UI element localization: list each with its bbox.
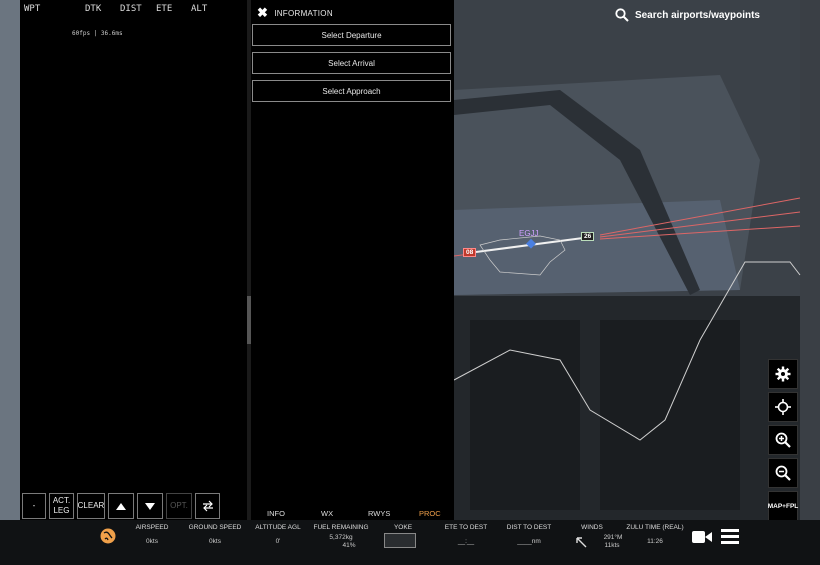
globe-icon[interactable]	[100, 528, 116, 544]
airspeed-value: 0kts	[146, 538, 158, 545]
ete-label: ETE TO DEST	[444, 524, 488, 531]
winds-direction: 291°M	[603, 534, 623, 541]
zoom-in-icon	[775, 432, 791, 448]
dist-value: ____nm	[517, 538, 541, 545]
tab-proc[interactable]: PROC	[419, 509, 441, 518]
runway-08-label: 08	[463, 248, 477, 257]
flight-plan-panel: WPT DTK DIST ETE ALT 60fps | 36.6ms - AC…	[20, 0, 247, 520]
col-wpt: WPT	[24, 4, 41, 14]
zoom-out-button[interactable]	[768, 458, 798, 488]
ground-speed-value: 0kts	[209, 538, 221, 545]
airport-label[interactable]: EGJJ	[519, 229, 539, 238]
yoke-label: YOKE	[393, 524, 413, 531]
col-ete: ETE	[156, 4, 173, 14]
swap-arrows-icon	[202, 500, 213, 512]
camera-icon[interactable]	[692, 530, 712, 544]
col-dist: DIST	[120, 4, 142, 14]
remove-waypoint-button[interactable]: -	[22, 493, 46, 519]
tab-info[interactable]: INFO	[267, 509, 285, 518]
activate-leg-label-1: ACT.	[52, 496, 71, 505]
zoom-out-icon	[775, 465, 791, 481]
winds-label: WINDS	[581, 524, 603, 531]
select-arrival-button[interactable]: Select Arrival	[252, 52, 451, 74]
fps-counter: 60fps | 36.6ms	[72, 30, 123, 37]
center-map-button[interactable]	[768, 392, 798, 422]
activate-leg-button[interactable]: ACT. LEG	[49, 493, 74, 519]
col-alt: ALT	[191, 4, 208, 14]
information-header: ✖ INFORMATION	[257, 5, 333, 21]
fuel-value: 5,372kg	[329, 534, 353, 541]
select-departure-button[interactable]: Select Departure	[252, 24, 451, 46]
clear-button[interactable]: CLEAR	[77, 493, 105, 519]
yoke-indicator	[384, 533, 416, 548]
altitude-value: 0'	[275, 538, 281, 545]
activate-leg-label-2: LEG	[53, 506, 70, 515]
settings-button[interactable]	[768, 359, 798, 389]
zoom-in-button[interactable]	[768, 425, 798, 455]
fuel-label: FUEL REMAINING	[313, 524, 369, 531]
ground-speed-label: GROUND SPEED	[188, 524, 242, 531]
select-approach-button[interactable]: Select Approach	[252, 80, 451, 102]
airspeed-label: AIRSPEED	[135, 524, 169, 531]
triangle-up-icon	[116, 502, 126, 510]
search-label: Search airports/waypoints	[634, 9, 760, 21]
move-up-button[interactable]	[108, 493, 134, 519]
tab-wx[interactable]: WX	[321, 509, 333, 518]
close-icon[interactable]: ✖	[257, 5, 268, 21]
col-dtk: DTK	[85, 4, 102, 14]
menu-icon[interactable]	[721, 529, 739, 544]
flight-plan-toolbar: - ACT. LEG CLEAR OPT.	[22, 493, 220, 519]
runway-26-label: 26	[581, 232, 595, 241]
map-fpl-toggle-button[interactable]: MAP+FPL	[768, 491, 798, 521]
fuel-percent: 41%	[342, 542, 356, 549]
move-down-button[interactable]	[137, 493, 163, 519]
information-title: INFORMATION	[274, 8, 333, 18]
reverse-route-button[interactable]	[195, 493, 220, 519]
winds-speed: 11kts	[604, 542, 620, 549]
dist-label: DIST TO DEST	[506, 524, 552, 531]
crosshair-icon	[775, 399, 791, 415]
zulu-label: ZULU TIME (REAL)	[626, 524, 684, 531]
search-icon	[615, 8, 629, 22]
triangle-down-icon	[145, 502, 155, 510]
zulu-value: 11:26	[647, 538, 663, 545]
options-button[interactable]: OPT.	[166, 493, 192, 519]
tab-rwys[interactable]: RWYS	[368, 509, 390, 518]
status-bar: AIRSPEED 0kts GROUND SPEED 0kts ALTITUDE…	[0, 520, 820, 565]
information-panel: ✖ INFORMATION Select Departure Select Ar…	[251, 0, 454, 520]
ete-value: __:__	[457, 538, 475, 545]
wind-arrow-icon	[576, 537, 587, 548]
gear-icon	[775, 366, 791, 382]
altitude-label: ALTITUDE AGL	[255, 524, 301, 531]
search-airports-button[interactable]: Search airports/waypoints	[615, 8, 760, 22]
